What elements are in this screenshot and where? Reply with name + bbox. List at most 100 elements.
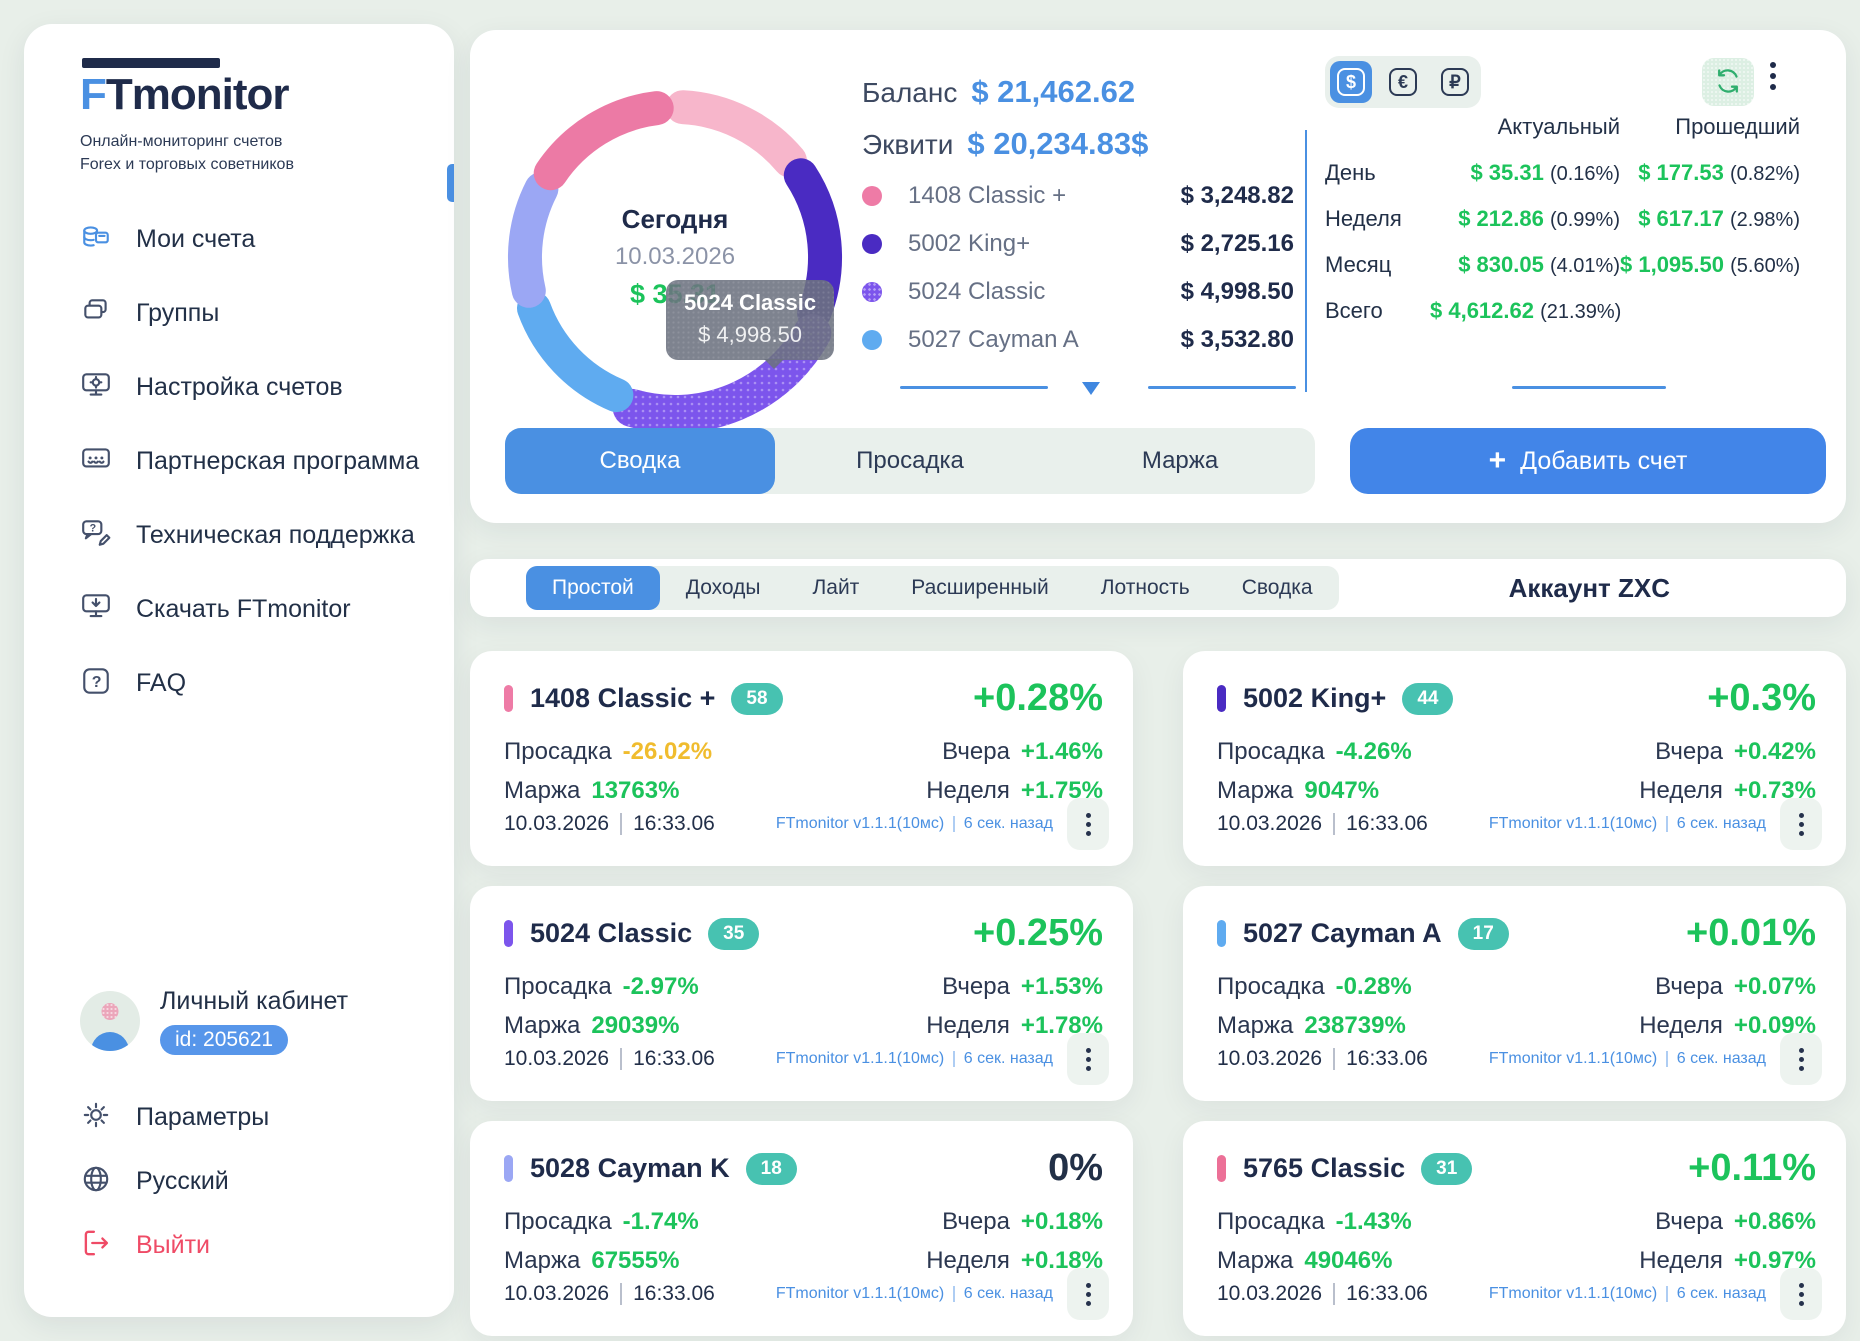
sidebar-item-label: Мои счета — [136, 225, 255, 254]
donut-segment-blue[interactable] — [534, 308, 616, 395]
view-mode-bar: Простой Доходы Лайт Расширенный Лотность… — [470, 559, 1846, 617]
divider — [953, 1286, 955, 1302]
sidebar-menu: Мои счета Группы Настройка счетов Партне… — [80, 202, 426, 720]
yesterday-value: +1.53% — [1021, 973, 1103, 1001]
legend-item[interactable]: 5027 Cayman A $ 3,532.80 — [862, 316, 1294, 364]
add-account-button[interactable]: + Добавить счет — [1350, 428, 1826, 494]
account-time: 16:33.06 — [633, 812, 715, 836]
donut-segment-rose[interactable] — [551, 108, 657, 173]
main-content: Сегодня 10.03.2026 $ 35.31 5024 Classic … — [470, 30, 1846, 1336]
account-menu-button[interactable] — [1067, 1268, 1109, 1320]
sidebar-item-partner-program[interactable]: Партнерская программа — [80, 424, 426, 498]
currency-usd-button[interactable]: $ — [1330, 61, 1372, 103]
brand-name: FTmonitor — [80, 70, 426, 120]
globe-icon — [80, 1163, 112, 1200]
account-card: 5028 Cayman K 18 0% Просадка -1.74% Вчер… — [470, 1121, 1133, 1336]
account-date: 10.03.2026 — [1217, 1047, 1322, 1071]
account-time: 16:33.06 — [633, 1047, 715, 1071]
account-menu-button[interactable] — [1067, 1033, 1109, 1085]
profile-block[interactable]: Личный кабинет id: 205621 — [80, 987, 426, 1055]
donut-legend: 1408 Classic + $ 3,248.82 5002 King+ $ 2… — [862, 172, 1294, 364]
terminal-version: FTmonitor v1.1.1(10мс) — [776, 815, 944, 833]
account-meta: FTmonitor v1.1.1(10мс) 6 сек. назад — [776, 1285, 1053, 1303]
account-menu-button[interactable] — [1067, 798, 1109, 850]
account-time: 16:33.06 — [1346, 812, 1428, 836]
yesterday-label: Вчера — [942, 1208, 1010, 1236]
sidebar-item-download[interactable]: Скачать FTmonitor — [80, 572, 426, 646]
stat-current: $ 830.05 (4.01%) — [1430, 252, 1620, 278]
refresh-button[interactable] — [1702, 58, 1754, 106]
account-updated-datetime: 10.03.2026 16:33.06 — [1217, 812, 1428, 836]
account-count-badge: 44 — [1402, 683, 1453, 715]
account-date: 10.03.2026 — [1217, 1282, 1322, 1306]
sidebar-item-faq[interactable]: ? FAQ — [80, 646, 426, 720]
account-change-percent: +0.28% — [973, 677, 1103, 720]
account-menu-button[interactable] — [1780, 1033, 1822, 1085]
pager-arrow-down-icon[interactable] — [1082, 382, 1100, 395]
last-update-ago: 6 сек. назад — [1677, 1285, 1766, 1303]
account-group-title: Аккаунт ZXC — [1509, 573, 1670, 604]
tooltip-account-value: $ 4,998.50 — [684, 322, 816, 348]
gear-icon — [80, 1099, 112, 1136]
legend-dot — [862, 330, 882, 350]
sidebar-item-language[interactable]: Русский — [80, 1149, 426, 1213]
balance-block: Баланс $ 21,462.62 Эквити $ 20,234.83$ — [862, 74, 1148, 178]
currency-switcher: $ € ₽ — [1325, 56, 1481, 108]
terminal-version: FTmonitor v1.1.1(10мс) — [1489, 1285, 1657, 1303]
account-count-badge: 17 — [1458, 918, 1509, 950]
sidebar-item-support[interactable]: ? Техническая поддержка — [80, 498, 426, 572]
legend-item[interactable]: 5002 King+ $ 2,725.16 — [862, 220, 1294, 268]
overview-menu-button[interactable] — [1770, 62, 1776, 90]
profile-id-badge: id: 205621 — [160, 1025, 288, 1055]
sidebar-item-logout[interactable]: Выйти — [80, 1213, 426, 1277]
tab-summary[interactable]: Сводка — [505, 428, 775, 494]
sidebar-item-label: FAQ — [136, 669, 186, 698]
drawdown-label: Просадка — [1217, 973, 1325, 1001]
stat-row-label: Месяц — [1325, 252, 1430, 278]
tab-lite[interactable]: Лайт — [786, 566, 885, 610]
legend-item[interactable]: 1408 Classic + $ 3,248.82 — [862, 172, 1294, 220]
tooltip-account-name: 5024 Classic — [684, 290, 816, 316]
tab-drawdown[interactable]: Просадка — [775, 428, 1045, 494]
terminal-version: FTmonitor v1.1.1(10мс) — [1489, 1050, 1657, 1068]
sidebar-item-my-accounts[interactable]: Мои счета — [80, 202, 426, 276]
account-card: 5024 Classic 35 +0.25% Просадка -2.97% В… — [470, 886, 1133, 1101]
tab-lots[interactable]: Лотность — [1075, 566, 1216, 610]
legend-item[interactable]: 5024 Classic $ 4,998.50 — [862, 268, 1294, 316]
sidebar-item-account-settings[interactable]: Настройка счетов — [80, 350, 426, 424]
sidebar-item-parameters[interactable]: Параметры — [80, 1085, 426, 1149]
drawdown-value: -4.26% — [1336, 738, 1412, 766]
yesterday-value: +0.07% — [1734, 973, 1816, 1001]
tab-margin[interactable]: Маржа — [1045, 428, 1315, 494]
donut-segment-lightpink[interactable] — [683, 107, 790, 160]
donut-segment-periwinkle[interactable] — [525, 189, 541, 291]
account-card: 5765 Classic 31 +0.11% Просадка -1.43% В… — [1183, 1121, 1846, 1336]
yesterday-value: +0.18% — [1021, 1208, 1103, 1236]
account-card: 5002 King+ 44 +0.3% Просадка -4.26% Вчер… — [1183, 651, 1846, 866]
sidebar-item-groups[interactable]: Группы — [80, 276, 426, 350]
tab-simple[interactable]: Простой — [526, 566, 660, 610]
equity-value: $ 20,234.83$ — [967, 126, 1148, 162]
divider — [1666, 1051, 1668, 1067]
last-update-ago: 6 сек. назад — [964, 1050, 1053, 1068]
drawdown-value: -0.28% — [1336, 973, 1412, 1001]
sidebar-item-label: Группы — [136, 299, 219, 328]
last-update-ago: 6 сек. назад — [964, 1285, 1053, 1303]
tab-extended[interactable]: Расширенный — [885, 566, 1074, 610]
account-menu-button[interactable] — [1780, 798, 1822, 850]
account-date: 10.03.2026 — [504, 1282, 609, 1306]
overview-card: Сегодня 10.03.2026 $ 35.31 5024 Classic … — [470, 30, 1846, 523]
donut-tooltip: 5024 Classic $ 4,998.50 — [666, 280, 834, 360]
account-meta: FTmonitor v1.1.1(10мс) 6 сек. назад — [1489, 815, 1766, 833]
currency-rub-button[interactable]: ₽ — [1434, 61, 1476, 103]
account-change-percent: +0.11% — [1688, 1147, 1816, 1190]
currency-eur-button[interactable]: € — [1382, 61, 1424, 103]
account-date: 10.03.2026 — [504, 1047, 609, 1071]
yesterday-value: +0.86% — [1734, 1208, 1816, 1236]
groups-icon — [80, 295, 112, 332]
account-name: 5027 Cayman A — [1243, 918, 1442, 949]
tab-summary2[interactable]: Сводка — [1216, 566, 1339, 610]
account-menu-button[interactable] — [1780, 1268, 1822, 1320]
tab-income[interactable]: Доходы — [660, 566, 787, 610]
yesterday-label: Вчера — [1655, 738, 1723, 766]
